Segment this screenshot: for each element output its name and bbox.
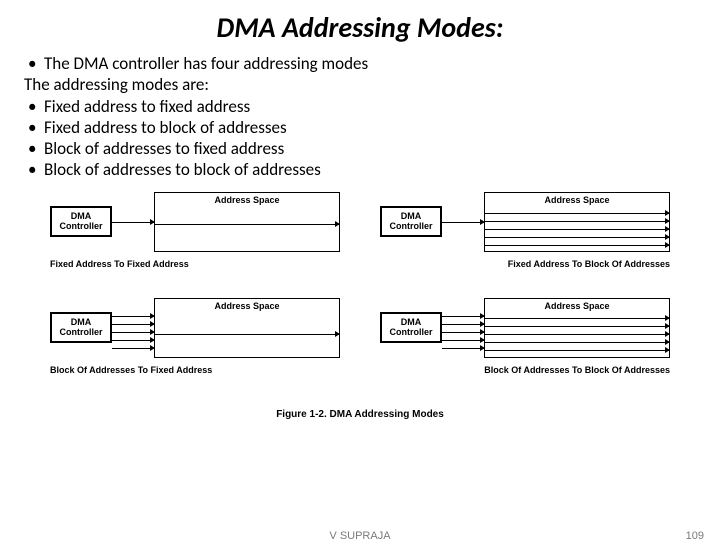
diagram-fixed-to-block: DMA Controller Address Space Fixed Addre…: [380, 191, 670, 269]
diagram-caption: Fixed Address To Block Of Addresses: [380, 259, 670, 269]
addr-label: Address Space: [485, 299, 669, 311]
dma-box: DMA Controller: [50, 312, 112, 344]
slide-title: DMA Addressing Modes:: [0, 10, 720, 45]
addr-label: Address Space: [155, 299, 339, 311]
intro-bullet: The DMA controller has four addressing m…: [24, 53, 696, 74]
dma-box: DMA Controller: [380, 312, 442, 344]
addr-label: Address Space: [485, 193, 669, 205]
addr-label: Address Space: [155, 193, 339, 205]
diagram-caption: Fixed Address To Fixed Address: [50, 259, 340, 269]
figure-main-caption: Figure 1-2. DMA Addressing Modes: [30, 409, 690, 420]
dma-box: DMA Controller: [380, 206, 442, 238]
mode-bullet-3: Block of addresses to fixed address: [24, 138, 696, 159]
figure-grid: DMA Controller Address Space Fixed Addre…: [0, 191, 720, 420]
footer-author: V SUPRAJA: [0, 530, 720, 542]
diagram-block-to-fixed: DMA Controller Address Space Block Of Ad…: [50, 297, 340, 375]
footer-page-number: 109: [686, 530, 704, 542]
mode-bullet-1: Fixed address to fixed address: [24, 96, 696, 117]
diagram-block-to-block: DMA Controller Address Space Block Of Ad…: [380, 297, 670, 375]
mode-bullet-2: Fixed address to block of addresses: [24, 117, 696, 138]
mode-bullet-4: Block of addresses to block of addresses: [24, 159, 696, 180]
body-text: The DMA controller has four addressing m…: [0, 53, 720, 181]
dma-box: DMA Controller: [50, 206, 112, 238]
intro-line: The addressing modes are:: [24, 74, 696, 95]
diagram-caption: Block Of Addresses To Fixed Address: [50, 365, 340, 375]
diagram-caption: Block Of Addresses To Block Of Addresses: [380, 365, 670, 375]
diagram-fixed-to-fixed: DMA Controller Address Space Fixed Addre…: [50, 191, 340, 269]
